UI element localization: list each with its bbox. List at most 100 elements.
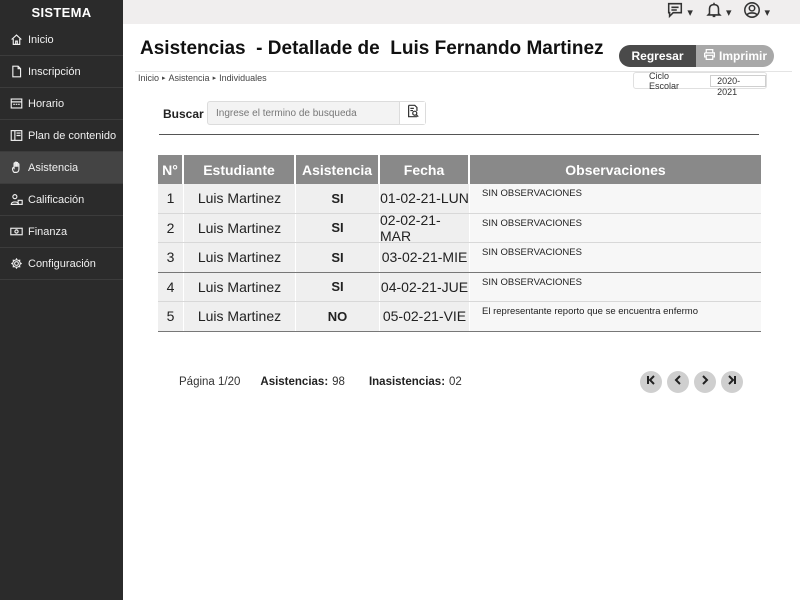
cell-fecha: 02-02-21-MAR xyxy=(380,212,470,244)
header-actions: Regresar Imprimir xyxy=(619,45,774,67)
cell-numero: 5 xyxy=(158,302,184,331)
cell-numero: 4 xyxy=(158,272,184,301)
page-title: Asistencias - Detallade de Luis Fernando… xyxy=(140,38,604,59)
asistencias-count: 98 xyxy=(332,376,345,388)
search-button[interactable] xyxy=(399,102,425,124)
table-row[interactable]: 2 Luis Martinez SI 02-02-21-MAR SIN OBSE… xyxy=(158,212,761,244)
inasistencias-count: 02 xyxy=(449,376,462,388)
cell-fecha: 01-02-21-LUN xyxy=(380,184,470,213)
cell-numero: 2 xyxy=(158,213,184,242)
imprimir-button[interactable]: Imprimir xyxy=(696,45,774,67)
sidebar-item-label: Configuración xyxy=(28,257,96,270)
chevron-down-icon: ▾ xyxy=(725,6,732,19)
first-page-icon xyxy=(645,373,657,391)
column-header-fecha: Fecha xyxy=(380,155,470,184)
cell-numero: 3 xyxy=(158,243,184,272)
user-menu[interactable]: ▾ xyxy=(743,1,770,24)
sidebar-item-label: Horario xyxy=(28,97,65,110)
ciclo-escolar: Ciclo Escolar 2020-2021 xyxy=(633,71,767,97)
first-page-button[interactable] xyxy=(640,371,662,393)
sidebar: SISTEMA Inicio Inscripción Horario Plan … xyxy=(0,0,123,600)
table-row[interactable]: 4 Luis Martinez SI 04-02-21-JUE SIN OBSE… xyxy=(158,272,761,302)
cell-observaciones: SIN OBSERVACIONES xyxy=(470,243,761,272)
user-grade-icon xyxy=(9,193,23,207)
cell-estudiante: Luis Martinez xyxy=(184,184,296,213)
cell-observaciones: El representante reporto que se encuentr… xyxy=(470,302,761,331)
cell-observaciones: SIN OBSERVACIONES xyxy=(470,184,761,213)
sidebar-item-configuracion[interactable]: Configuración xyxy=(0,248,123,280)
cell-asistencia: SI xyxy=(296,243,380,272)
next-page-button[interactable] xyxy=(694,371,716,393)
sidebar-item-finanza[interactable]: Finanza xyxy=(0,216,123,248)
prev-page-button[interactable] xyxy=(667,371,689,393)
regresar-button[interactable]: Regresar xyxy=(619,45,696,67)
sidebar-item-inscripcion[interactable]: Inscripción xyxy=(0,56,123,88)
inasistencias-label: Inasistencias: xyxy=(368,376,446,388)
attendance-table: N° Estudiante Asistencia Fecha Observaci… xyxy=(158,155,761,332)
document-icon xyxy=(9,65,23,79)
sidebar-item-label: Asistencia xyxy=(28,161,79,174)
gear-icon xyxy=(9,257,23,271)
last-page-button[interactable] xyxy=(721,371,743,393)
prev-page-icon xyxy=(672,373,684,391)
search-label: Buscar xyxy=(163,107,204,121)
cell-asistencia: SI xyxy=(296,184,380,213)
table-row[interactable]: 3 Luis Martinez SI 03-02-21-MIE SIN OBSE… xyxy=(158,243,761,273)
topbar: ▾ ▾ ▾ xyxy=(123,0,800,24)
table-row[interactable]: 5 Luis Martinez NO 05-02-21-VIE El repre… xyxy=(158,302,761,332)
divider xyxy=(159,134,759,135)
notifications-menu[interactable]: ▾ xyxy=(705,1,732,24)
user-icon xyxy=(743,1,761,24)
breadcrumb-item-inicio[interactable]: Inicio xyxy=(138,73,159,83)
last-page-icon xyxy=(726,373,738,391)
printer-icon xyxy=(703,48,716,64)
breadcrumb-item-asistencia[interactable]: Asistencia xyxy=(169,73,210,83)
sidebar-item-horario[interactable]: Horario xyxy=(0,88,123,120)
search-box xyxy=(207,101,426,125)
cell-numero: 1 xyxy=(158,184,184,213)
column-header-asistencia: Asistencia xyxy=(296,155,380,184)
chevron-down-icon: ▾ xyxy=(764,6,770,19)
column-header-numero: N° xyxy=(158,155,184,184)
cell-asistencia: NO xyxy=(296,302,380,331)
table-row[interactable]: 1 Luis Martinez SI 01-02-21-LUN SIN OBSE… xyxy=(158,184,761,214)
sidebar-item-inicio[interactable]: Inicio xyxy=(0,24,123,56)
home-icon xyxy=(9,33,23,47)
cell-asistencia: SI xyxy=(296,272,380,301)
search-input[interactable] xyxy=(208,102,398,124)
pagination xyxy=(640,371,743,393)
cell-asistencia: SI xyxy=(296,213,380,242)
sidebar-item-asistencia[interactable]: Asistencia xyxy=(0,152,123,184)
cell-estudiante: Luis Martinez xyxy=(184,213,296,242)
calendar-icon xyxy=(9,97,23,111)
bell-icon xyxy=(705,1,723,24)
sidebar-item-plan-de-contenido[interactable]: Plan de contenido xyxy=(0,120,123,152)
cell-observaciones: SIN OBSERVACIONES xyxy=(470,213,761,242)
cell-observaciones: SIN OBSERVACIONES xyxy=(470,272,761,301)
search-document-icon xyxy=(406,104,420,123)
breadcrumb-item-individuales: Individuales xyxy=(219,73,267,83)
sidebar-item-label: Finanza xyxy=(28,225,68,238)
cell-fecha: 03-02-21-MIE xyxy=(380,243,470,272)
attendance-summary: Página 1/20 Asistencias: 98 Inasistencia… xyxy=(179,376,486,388)
sidebar-item-label: Inicio xyxy=(28,33,54,46)
sidebar-item-label: Inscripción xyxy=(28,65,81,78)
book-icon xyxy=(9,129,23,143)
sidebar-item-calificacion[interactable]: Calificación xyxy=(0,184,123,216)
breadcrumb-separator: ▸ xyxy=(162,75,166,82)
breadcrumb: Inicio ▸ Asistencia ▸ Individuales xyxy=(138,73,267,83)
sidebar-item-label: Plan de contenido xyxy=(28,129,117,142)
cell-fecha: 05-02-21-VIE xyxy=(380,302,470,331)
imprimir-label: Imprimir xyxy=(718,49,767,63)
sidebar-item-label: Calificación xyxy=(28,193,85,206)
message-icon xyxy=(666,1,684,24)
chevron-down-icon: ▾ xyxy=(687,6,693,19)
breadcrumb-separator: ▸ xyxy=(212,75,217,82)
page-indicator: Página 1/20 xyxy=(179,376,241,388)
ciclo-escolar-select[interactable]: 2020-2021 xyxy=(710,74,766,97)
column-header-observaciones: Observaciones xyxy=(565,161,666,178)
money-icon xyxy=(9,225,23,239)
hand-icon xyxy=(9,161,23,175)
table-header: N° Estudiante Asistencia Fecha Observaci… xyxy=(158,155,761,184)
messages-menu[interactable]: ▾ xyxy=(666,1,693,24)
